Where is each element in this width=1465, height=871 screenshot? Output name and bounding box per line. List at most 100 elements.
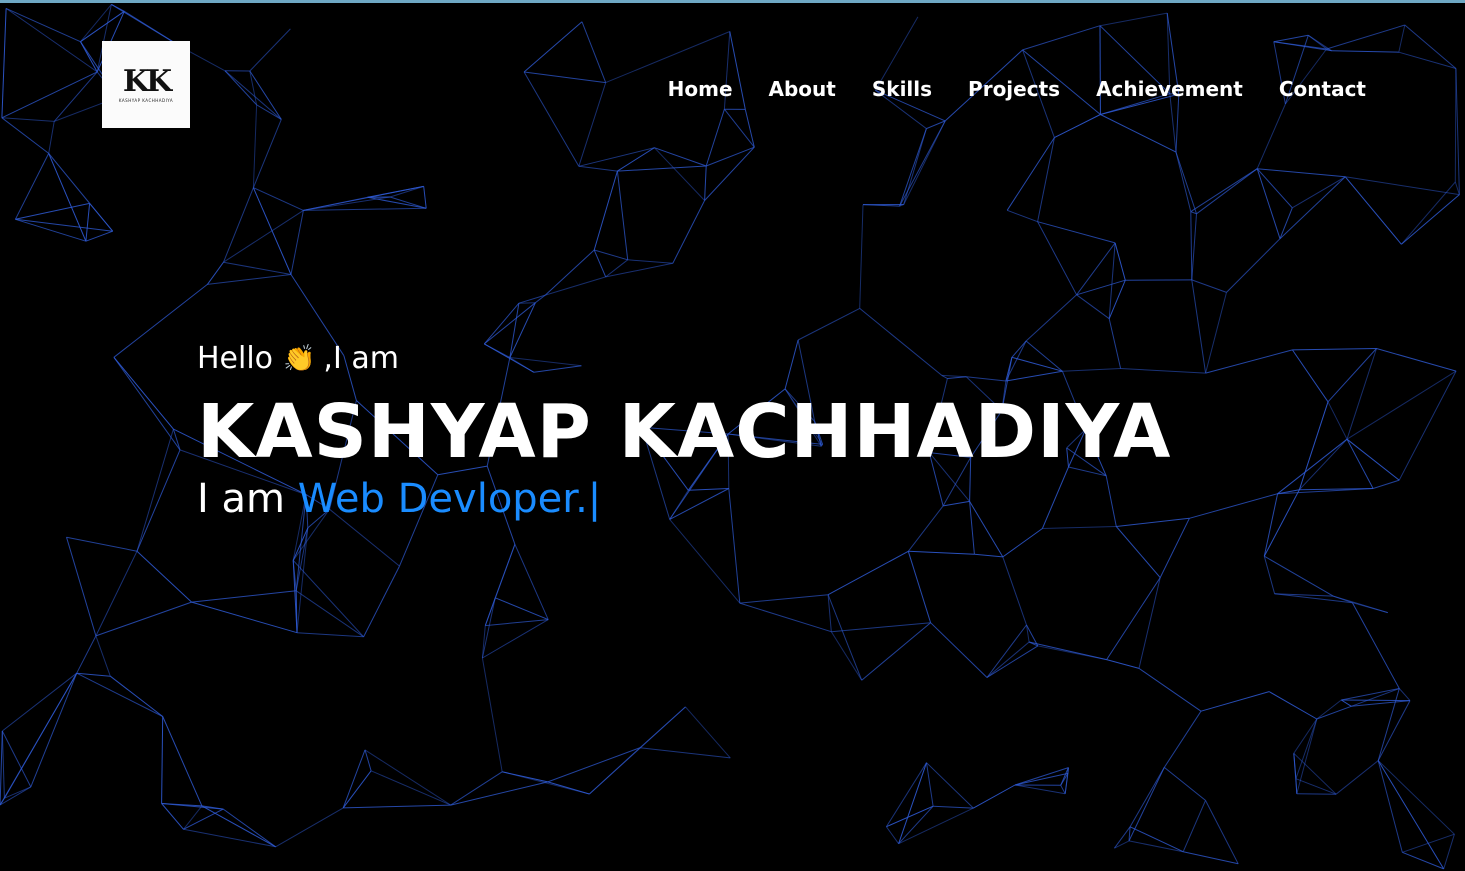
- network-line: [1022, 25, 1101, 51]
- network-line: [161, 803, 224, 810]
- network-line: [1138, 667, 1202, 712]
- network-line: [30, 673, 78, 788]
- network-line: [827, 594, 832, 632]
- network-line: [1054, 114, 1101, 139]
- network-line: [3, 672, 78, 799]
- network-line: [292, 527, 309, 561]
- network-line: [1341, 688, 1400, 701]
- network-line: [1291, 349, 1329, 403]
- network-line: [1196, 168, 1258, 215]
- network-line: [547, 747, 641, 783]
- network-line: [1316, 705, 1352, 720]
- network-line: [1113, 826, 1131, 849]
- network-line: [53, 71, 98, 122]
- network-line: [48, 153, 114, 232]
- network-line: [1128, 767, 1165, 842]
- network-line: [481, 657, 503, 772]
- network-line: [1014, 784, 1066, 795]
- network-line: [859, 204, 864, 309]
- network-line: [1014, 772, 1069, 786]
- network-line: [1279, 207, 1293, 239]
- network-line: [1398, 688, 1411, 701]
- network-line: [1, 117, 55, 122]
- network-line: [109, 675, 164, 717]
- network-line: [926, 762, 974, 809]
- clapping-hands-icon: 👏: [283, 344, 316, 374]
- network-line: [1402, 851, 1444, 870]
- network-line: [252, 187, 292, 275]
- network-line: [1293, 752, 1337, 795]
- role-line: I am Web Devloper.|: [197, 473, 1171, 525]
- network-line: [223, 209, 304, 263]
- network-line: [1028, 641, 1107, 661]
- network-line: [578, 147, 655, 167]
- network-line: [617, 147, 655, 172]
- greeting-line: Hello 👏 ,I am: [197, 339, 1171, 379]
- network-line: [1277, 438, 1348, 495]
- network-line: [1293, 753, 1298, 794]
- network-line: [76, 635, 97, 674]
- network-line: [76, 672, 163, 717]
- network-line: [502, 771, 590, 795]
- network-line: [1404, 24, 1457, 69]
- network-line: [1138, 577, 1161, 669]
- network-line: [1175, 151, 1192, 212]
- network-line: [544, 249, 595, 296]
- network-line: [370, 770, 451, 806]
- network-line: [113, 357, 181, 451]
- network-line: [669, 519, 741, 604]
- network-line: [1115, 526, 1161, 578]
- network-line: [1191, 279, 1227, 293]
- network-line: [898, 807, 974, 845]
- nav-item-contact[interactable]: Contact: [1279, 77, 1366, 101]
- nav-item-about[interactable]: About: [769, 77, 836, 101]
- network-line: [1205, 800, 1239, 865]
- network-line: [627, 259, 673, 264]
- logo-subtitle: KASHYAP KACHHADIYA: [118, 97, 174, 103]
- network-line: [1377, 700, 1411, 761]
- network-line: [450, 781, 548, 806]
- network-line: [303, 196, 368, 211]
- network-line: [986, 645, 1039, 678]
- network-line: [15, 218, 87, 242]
- page: KK KASHYAP KACHHADIYA Home About Skills …: [0, 0, 1465, 871]
- network-line: [986, 624, 1027, 678]
- nav-item-achievement[interactable]: Achievement: [1096, 77, 1243, 101]
- network-line: [1099, 12, 1168, 27]
- network-line: [885, 762, 927, 827]
- network-line: [161, 803, 184, 830]
- network-line: [1163, 767, 1206, 801]
- network-line: [136, 449, 181, 552]
- network-line: [1263, 493, 1279, 557]
- site-logo[interactable]: KK KASHYAP KACHHADIYA: [102, 41, 190, 128]
- nav-item-home[interactable]: Home: [668, 77, 733, 101]
- network-line: [1263, 489, 1300, 557]
- typing-cursor: |: [587, 476, 602, 522]
- network-line: [224, 70, 282, 120]
- network-line: [136, 428, 174, 552]
- hero-name: KASHYAP KACHHADIYA: [197, 389, 1172, 475]
- network-line: [1256, 103, 1286, 169]
- network-line: [861, 622, 931, 681]
- network-line: [898, 762, 927, 844]
- network-line: [483, 302, 536, 345]
- network-line: [224, 70, 257, 106]
- network-line: [518, 302, 536, 304]
- network-line: [1292, 176, 1346, 209]
- network-line: [0, 730, 3, 806]
- network-line: [974, 553, 1003, 558]
- network-line: [252, 104, 258, 188]
- network-line: [986, 641, 1030, 678]
- network-line: [1, 117, 50, 154]
- network-line: [113, 284, 208, 358]
- network-line: [1331, 50, 1399, 53]
- network-line: [617, 165, 707, 172]
- nav-item-projects[interactable]: Projects: [968, 77, 1060, 101]
- network-line: [1060, 785, 1066, 794]
- network-line: [1256, 168, 1281, 239]
- network-line: [80, 41, 98, 73]
- network-line: [223, 187, 254, 263]
- network-line: [1268, 691, 1318, 720]
- nav-item-skills[interactable]: Skills: [872, 77, 932, 101]
- network-line: [1346, 348, 1377, 440]
